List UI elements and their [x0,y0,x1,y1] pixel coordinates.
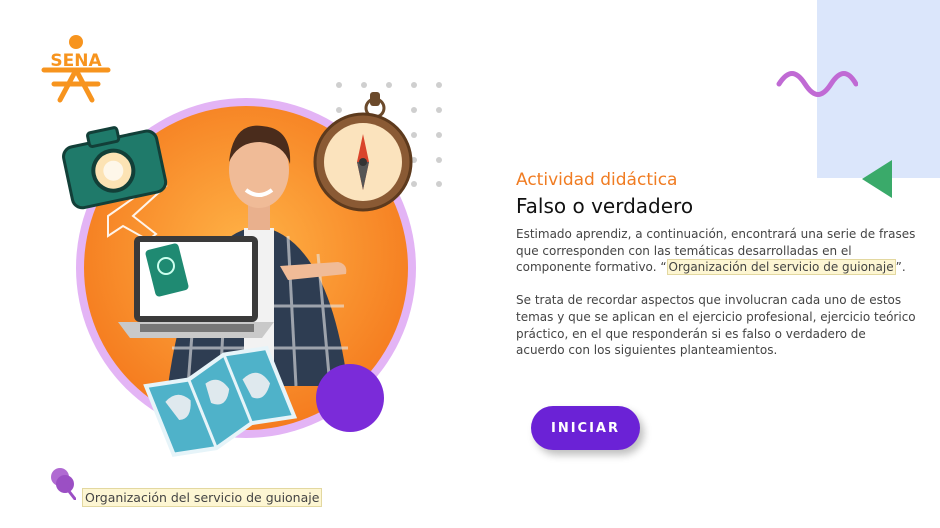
course-name-label: Organización del servicio de guionaje [82,488,323,507]
activity-description: Actividad didáctica Falso o verdadero Es… [516,168,916,375]
laptop-icon [118,236,274,338]
pushpin-icon [51,468,76,500]
intro-text-end: ”. [895,260,906,275]
wave-decoration-icon [776,71,858,97]
instructions-paragraph: Se trata de recordar aspectos que involu… [516,293,916,358]
page-title: Falso o verdadero [516,194,694,218]
activity-eyebrow: Actividad didáctica [516,170,678,190]
hero-illustration [62,92,416,457]
start-button[interactable]: INICIAR [531,406,640,450]
highlighted-course-name: Organización del servicio de guionaje [666,259,896,276]
intro-paragraph: Estimado aprendiz, a continuación, encon… [516,226,916,276]
compass-icon [313,92,413,212]
